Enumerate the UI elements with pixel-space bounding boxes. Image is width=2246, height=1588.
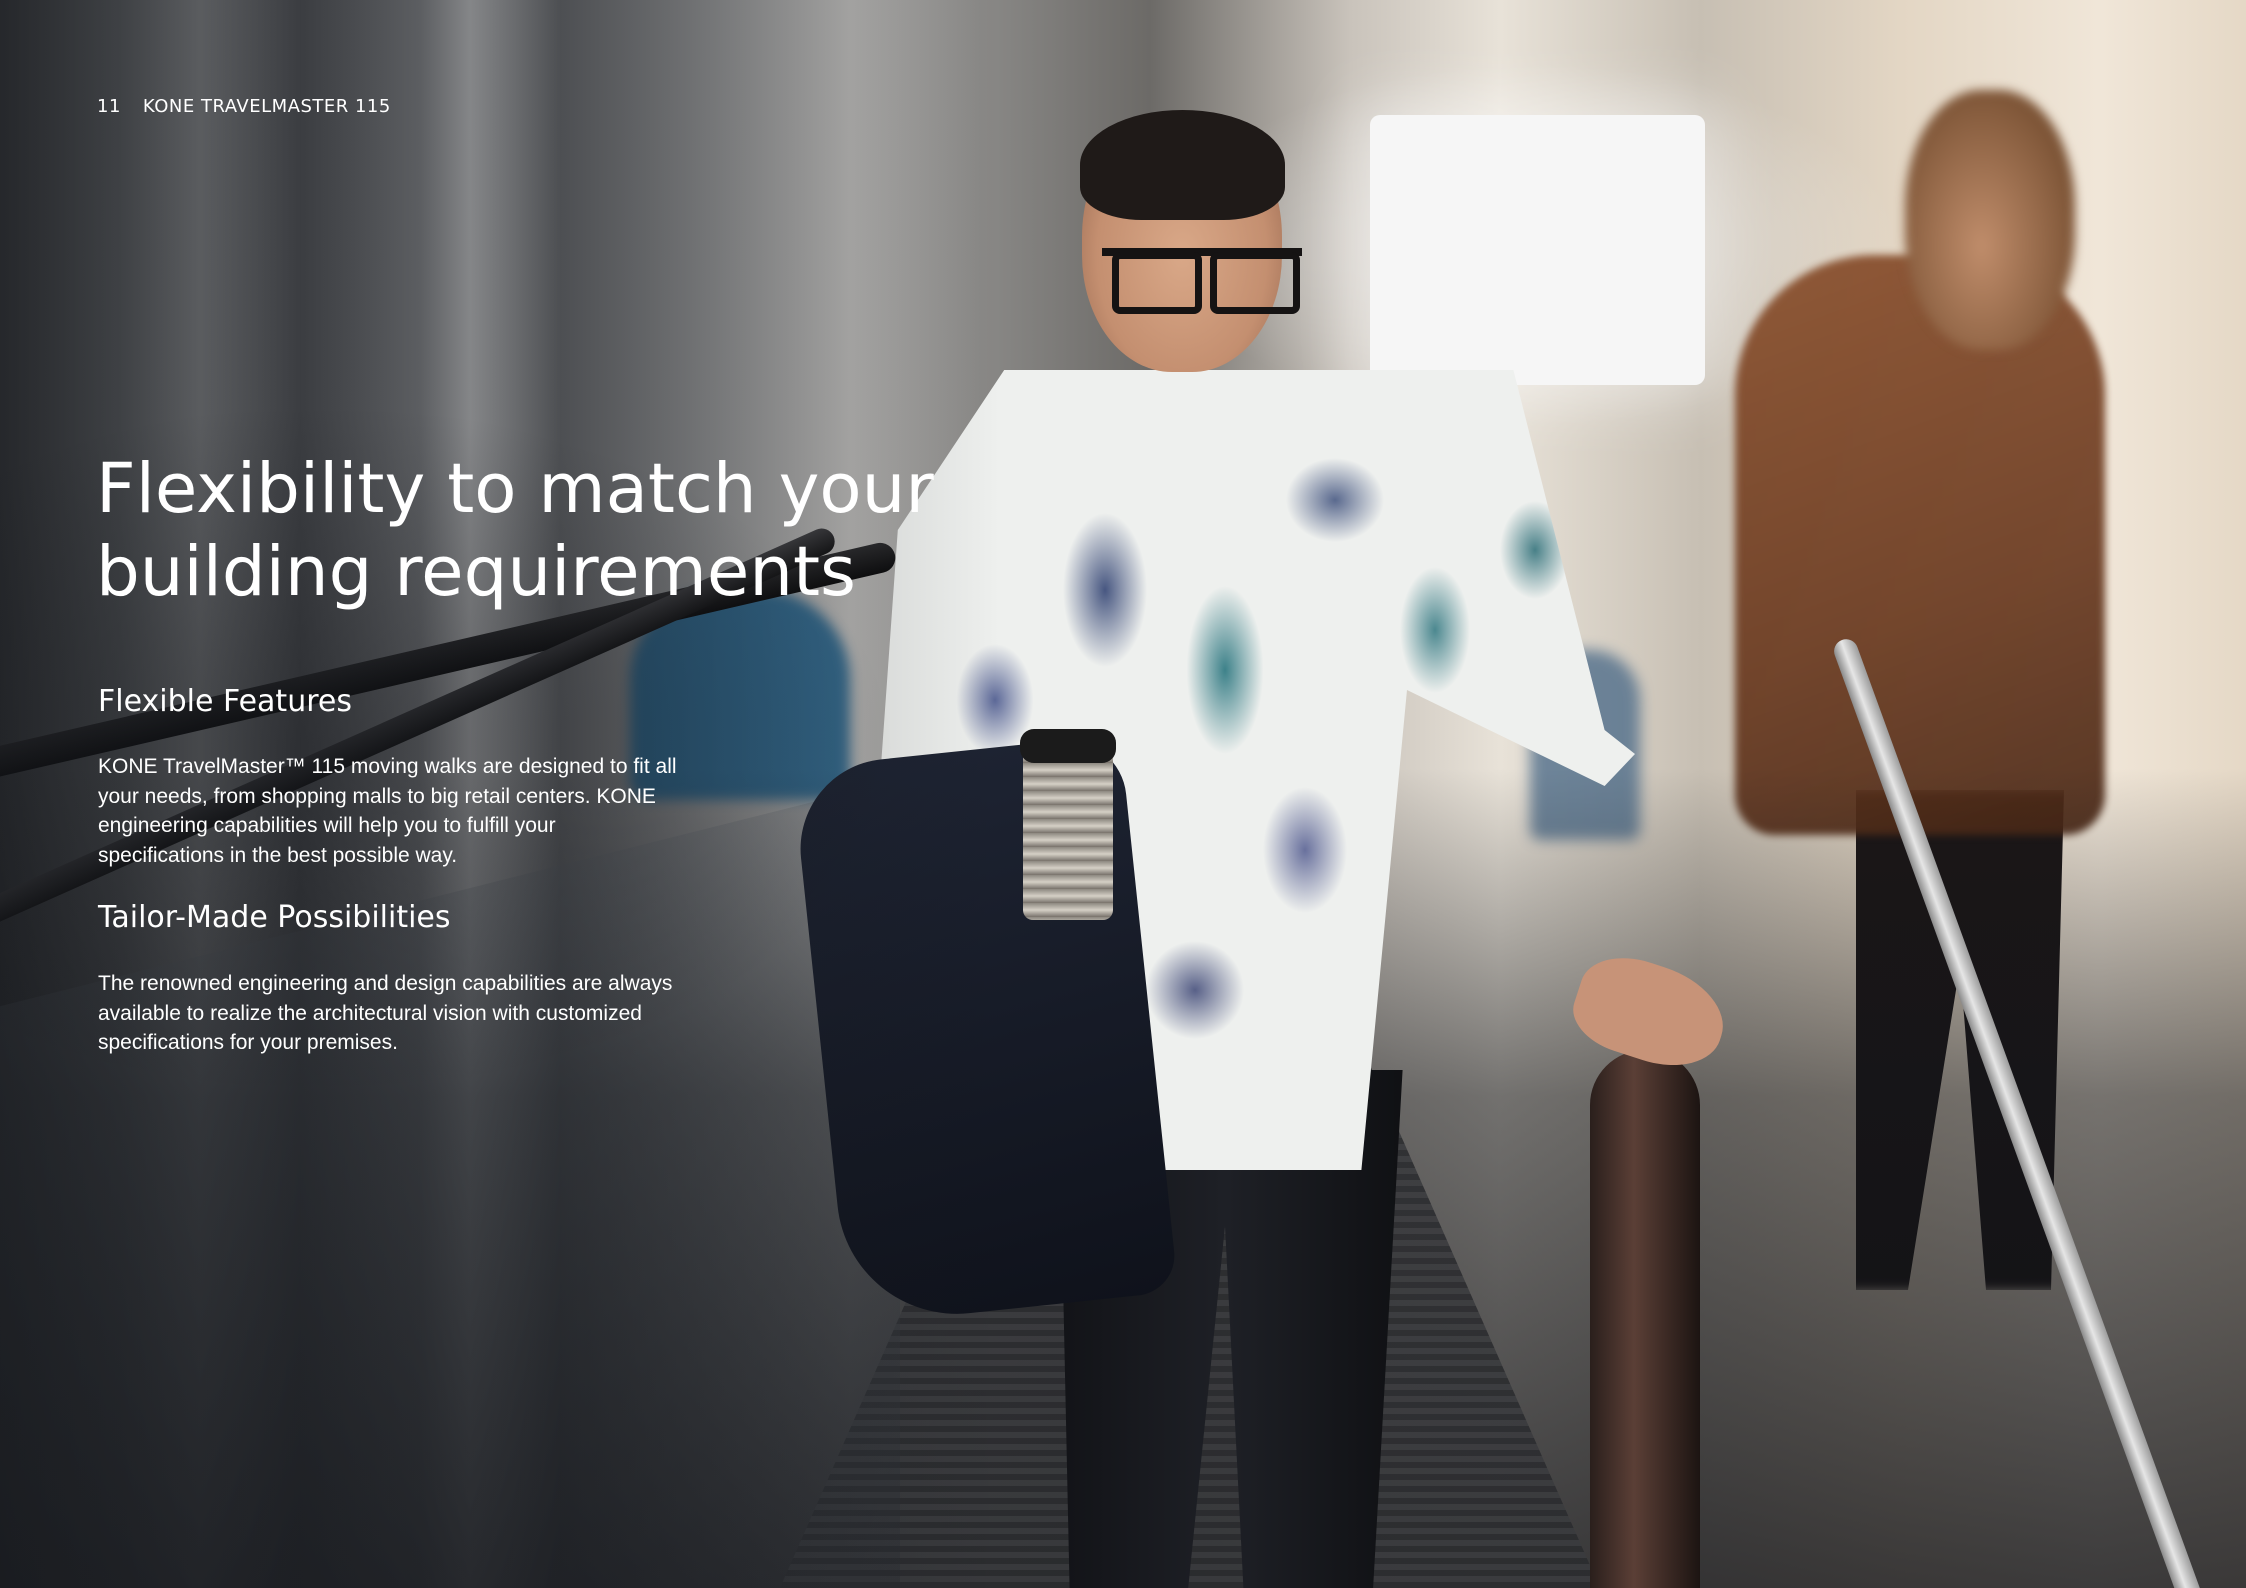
section-body-flexible-features: KONE TravelMaster™ 115 moving walks are … — [98, 755, 677, 867]
section-body-tailor-made: The renowned engineering and design capa… — [98, 972, 673, 1054]
section-heading-tailor-made: Tailor-Made Possibilities — [98, 900, 451, 935]
right-handrail — [1590, 1050, 1700, 1588]
page-number: 11 — [97, 96, 121, 117]
brochure-page: 11 KONE TRAVELMASTER 115 Flexibility to … — [0, 0, 2246, 1588]
background-passenger-right-head — [1905, 90, 2075, 350]
page-header: 11 KONE TRAVELMASTER 115 — [97, 96, 391, 117]
background-passenger-right — [1735, 255, 2105, 835]
travel-cup — [1020, 729, 1116, 920]
man-glasses — [1102, 248, 1302, 314]
man-hair — [1080, 110, 1285, 220]
ceiling-light-opening — [1370, 115, 1705, 385]
section-heading-flexible-features: Flexible Features — [98, 684, 352, 719]
product-name: KONE TRAVELMASTER 115 — [142, 96, 391, 117]
page-title: Flexibility to match your building requi… — [96, 449, 934, 612]
